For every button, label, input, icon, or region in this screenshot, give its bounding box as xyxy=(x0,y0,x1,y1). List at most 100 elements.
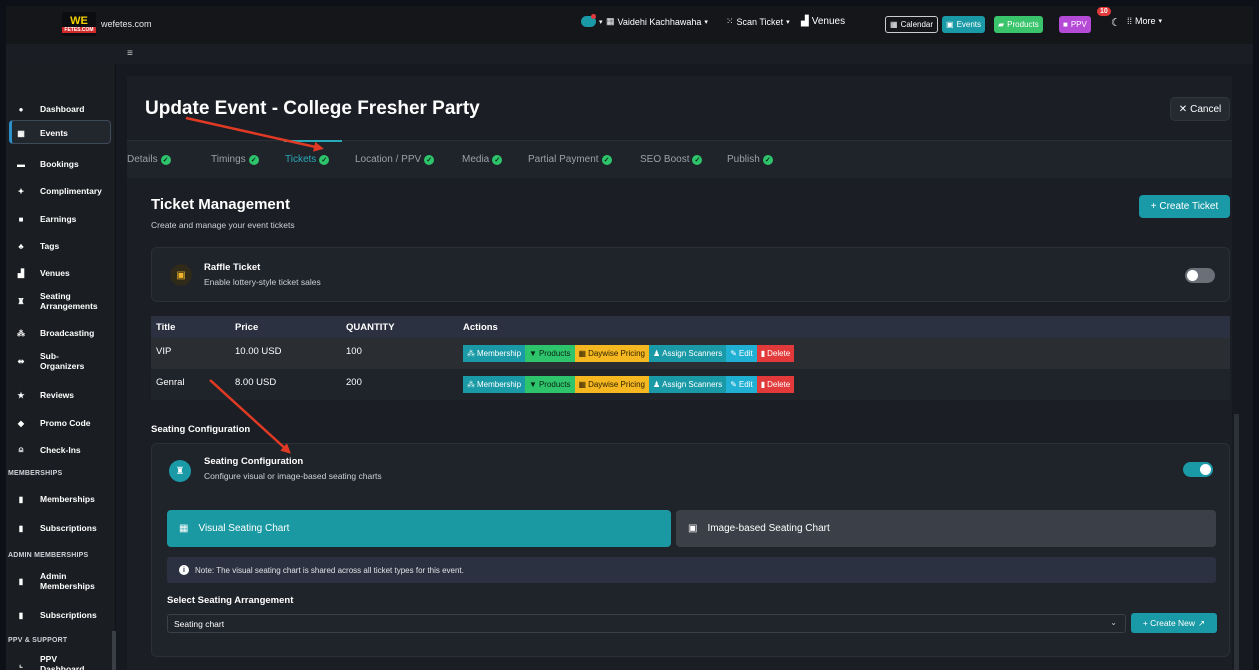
tab-timings[interactable]: Timings ✓ xyxy=(211,154,259,165)
tab-seo-boost[interactable]: SEO Boost ✓ xyxy=(640,154,703,165)
sidebar-item-check-ins[interactable]: ⍝ Check-Ins xyxy=(6,445,115,455)
broadcast-icon: ⁂ xyxy=(17,328,25,338)
calendar-button[interactable]: ▦ Calendar xyxy=(885,16,939,33)
sidebar-item-events[interactable]: ▦ Events xyxy=(6,128,115,138)
table-row: VIP 10.00 USD 100 ⁂ Membership ▼ Products … xyxy=(151,338,1230,369)
check-circle-icon: ✓ xyxy=(601,154,612,165)
chair-icon: ♜ xyxy=(17,296,25,306)
sidebar-item-seating-arrangements[interactable]: ♜ Seating Arrangements xyxy=(6,291,115,311)
seating-title: Seating Configuration xyxy=(204,456,304,467)
dashboard-icon: ● xyxy=(18,104,24,114)
raffle-toggle[interactable] xyxy=(1185,268,1215,283)
sidebar-item-sub-organizers[interactable]: ⇹ Sub-Organizers xyxy=(6,351,115,371)
tab-media[interactable]: Media ✓ xyxy=(462,154,503,165)
wallet-icon: ■ xyxy=(18,214,24,224)
sidebar-item-dashboard[interactable]: ● Dashboard xyxy=(6,104,115,114)
calendar-icon: ▦ xyxy=(578,380,587,389)
products-button[interactable]: ▼ Products xyxy=(525,376,575,393)
ppv-button[interactable]: ■ PPV xyxy=(1059,16,1091,33)
user-menu[interactable]: ▦ Vaidehi Kachhawaha ▾ xyxy=(606,16,708,27)
sidebar-item-tags[interactable]: ♣ Tags xyxy=(6,241,115,251)
check-circle-icon: ✓ xyxy=(492,154,503,165)
chart-icon: ⌞ xyxy=(19,659,23,669)
image-seating-chart-button[interactable]: ▣ Image-based Seating Chart xyxy=(676,510,1216,547)
ticket-management-subheading: Create and manage your event tickets xyxy=(151,220,295,230)
sidebar-item-promo-code[interactable]: ◆ Promo Code xyxy=(6,418,115,428)
sidebar-item-earnings[interactable]: ■ Earnings xyxy=(6,214,115,224)
id-card-icon: ▮ xyxy=(18,610,24,620)
col-title: Title xyxy=(156,322,176,333)
seating-note: i Note: The visual seating chart is shar… xyxy=(167,557,1216,583)
hamburger-icon[interactable]: ≡ xyxy=(127,48,133,59)
create-new-button[interactable]: + Create New ↗ xyxy=(1131,613,1217,633)
raffle-title: Raffle Ticket xyxy=(204,262,261,273)
seating-configuration-card: ♜ Seating Configuration Configure visual… xyxy=(151,443,1230,657)
visual-seating-chart-button[interactable]: ▦ Visual Seating Chart xyxy=(167,510,671,547)
tab-tickets[interactable]: Tickets ✓ xyxy=(285,154,330,165)
assign-scanners-button[interactable]: ♟ Assign Scanners xyxy=(648,376,727,393)
sidebar-item-reviews[interactable]: ★ Reviews xyxy=(6,390,115,400)
trash-icon: ▮ xyxy=(760,380,766,389)
membership-button[interactable]: ⁂ Membership xyxy=(463,345,526,362)
events-button[interactable]: ▣ Events xyxy=(942,16,986,33)
section-admin-memberships: ADMIN MEMBERSHIPS xyxy=(8,552,89,559)
tab-publish[interactable]: Publish ✓ xyxy=(727,154,773,165)
image-icon: ▣ xyxy=(688,523,698,534)
tab-details[interactable]: Details ✓ xyxy=(127,154,171,165)
tab-partial-payment[interactable]: Partial Payment ✓ xyxy=(528,154,612,165)
products-button[interactable]: ▼ Products xyxy=(525,345,575,362)
daywise-pricing-button[interactable]: ▦ Daywise Pricing xyxy=(574,345,649,362)
more-menu[interactable]: ⁞⁞ More ▾ xyxy=(1127,16,1162,26)
brand-logo[interactable]: WE FETES.COM xyxy=(62,12,96,36)
edit-button[interactable]: ✎ Edit xyxy=(726,376,757,393)
section-memberships: MEMBERSHIPS xyxy=(8,470,63,477)
raffle-subtitle: Enable lottery-style ticket sales xyxy=(204,277,321,287)
sidebar-scrollbar[interactable] xyxy=(112,631,116,670)
ticket-icon: ▬ xyxy=(17,159,25,169)
app-window: WE FETES.COM wefetes.com ▾ ▦ Vaidehi Kac… xyxy=(6,6,1253,670)
sidebar-item-bookings[interactable]: ▬ Bookings xyxy=(6,159,115,169)
notifications-menu[interactable]: ▾ xyxy=(581,14,603,27)
scan-ticket-menu[interactable]: ⁙ Scan Ticket ▾ xyxy=(726,16,790,27)
create-ticket-button[interactable]: + Create Ticket xyxy=(1139,195,1230,218)
sidebar-item-admin-subscriptions[interactable]: ▮ Subscriptions xyxy=(6,610,115,620)
membership-button[interactable]: ⁂ Membership xyxy=(463,376,526,393)
seating-arrangement-select[interactable]: Seating chart ⌄ xyxy=(167,614,1126,633)
delete-button[interactable]: ▮ Delete xyxy=(756,376,795,393)
page-scrollbar[interactable] xyxy=(1234,414,1239,670)
check-circle-icon: ✓ xyxy=(319,154,330,165)
check-circle-icon: ✓ xyxy=(248,154,259,165)
active-tab-underline xyxy=(284,140,342,142)
daywise-pricing-button[interactable]: ▦ Daywise Pricing xyxy=(574,376,649,393)
sidebar-item-broadcasting[interactable]: ⁂ Broadcasting xyxy=(6,328,115,338)
map-icon: ▟ xyxy=(801,16,809,27)
cancel-button[interactable]: ✕ Cancel xyxy=(1170,97,1230,121)
sidebar-item-complimentary[interactable]: ✦ Complimentary xyxy=(6,186,115,196)
sidebar-item-subscriptions[interactable]: ▮ Subscriptions xyxy=(6,523,115,533)
assign-scanners-button[interactable]: ♟ Assign Scanners xyxy=(648,345,727,362)
external-link-icon: ↗ xyxy=(1198,617,1206,628)
sidebar-item-admin-memberships[interactable]: ▮ Admin Memberships xyxy=(6,571,115,591)
cart-icon: ▼ xyxy=(529,349,537,358)
edit-button[interactable]: ✎ Edit xyxy=(726,345,757,362)
row-actions: ⁂ Membership ▼ Products ▦ Daywise Pricing ♟… xyxy=(463,345,795,362)
trash-icon: ▮ xyxy=(760,349,766,358)
users-icon: ♣ xyxy=(18,241,24,251)
sidebar-item-ppv-dashboard[interactable]: ⌞ PPV Dashboard xyxy=(6,654,115,670)
products-button[interactable]: ▰ Products xyxy=(994,16,1043,33)
seating-toggle[interactable] xyxy=(1183,462,1213,477)
sidebar-item-memberships[interactable]: ▮ Memberships xyxy=(6,494,115,504)
moon-icon[interactable]: ☾ xyxy=(1111,16,1121,29)
venues-link[interactable]: ▟ Venues xyxy=(801,16,845,27)
check-circle-icon: ✓ xyxy=(762,154,773,165)
bag-icon: ▰ xyxy=(998,20,1005,29)
video-icon: ■ xyxy=(1063,20,1068,29)
main-content: Update Event - College Fresher Party ✕ C… xyxy=(127,76,1232,670)
edit-icon: ✎ xyxy=(730,349,737,358)
tab-location-ppv[interactable]: Location / PPV ✓ xyxy=(355,154,435,165)
chevron-down-icon: ▾ xyxy=(704,18,708,26)
ticket-management-heading: Ticket Management xyxy=(151,196,290,213)
sidebar-item-venues[interactable]: ▟ Venues xyxy=(6,268,115,278)
delete-button[interactable]: ▮ Delete xyxy=(756,345,795,362)
site-name[interactable]: wefetes.com xyxy=(101,19,152,29)
